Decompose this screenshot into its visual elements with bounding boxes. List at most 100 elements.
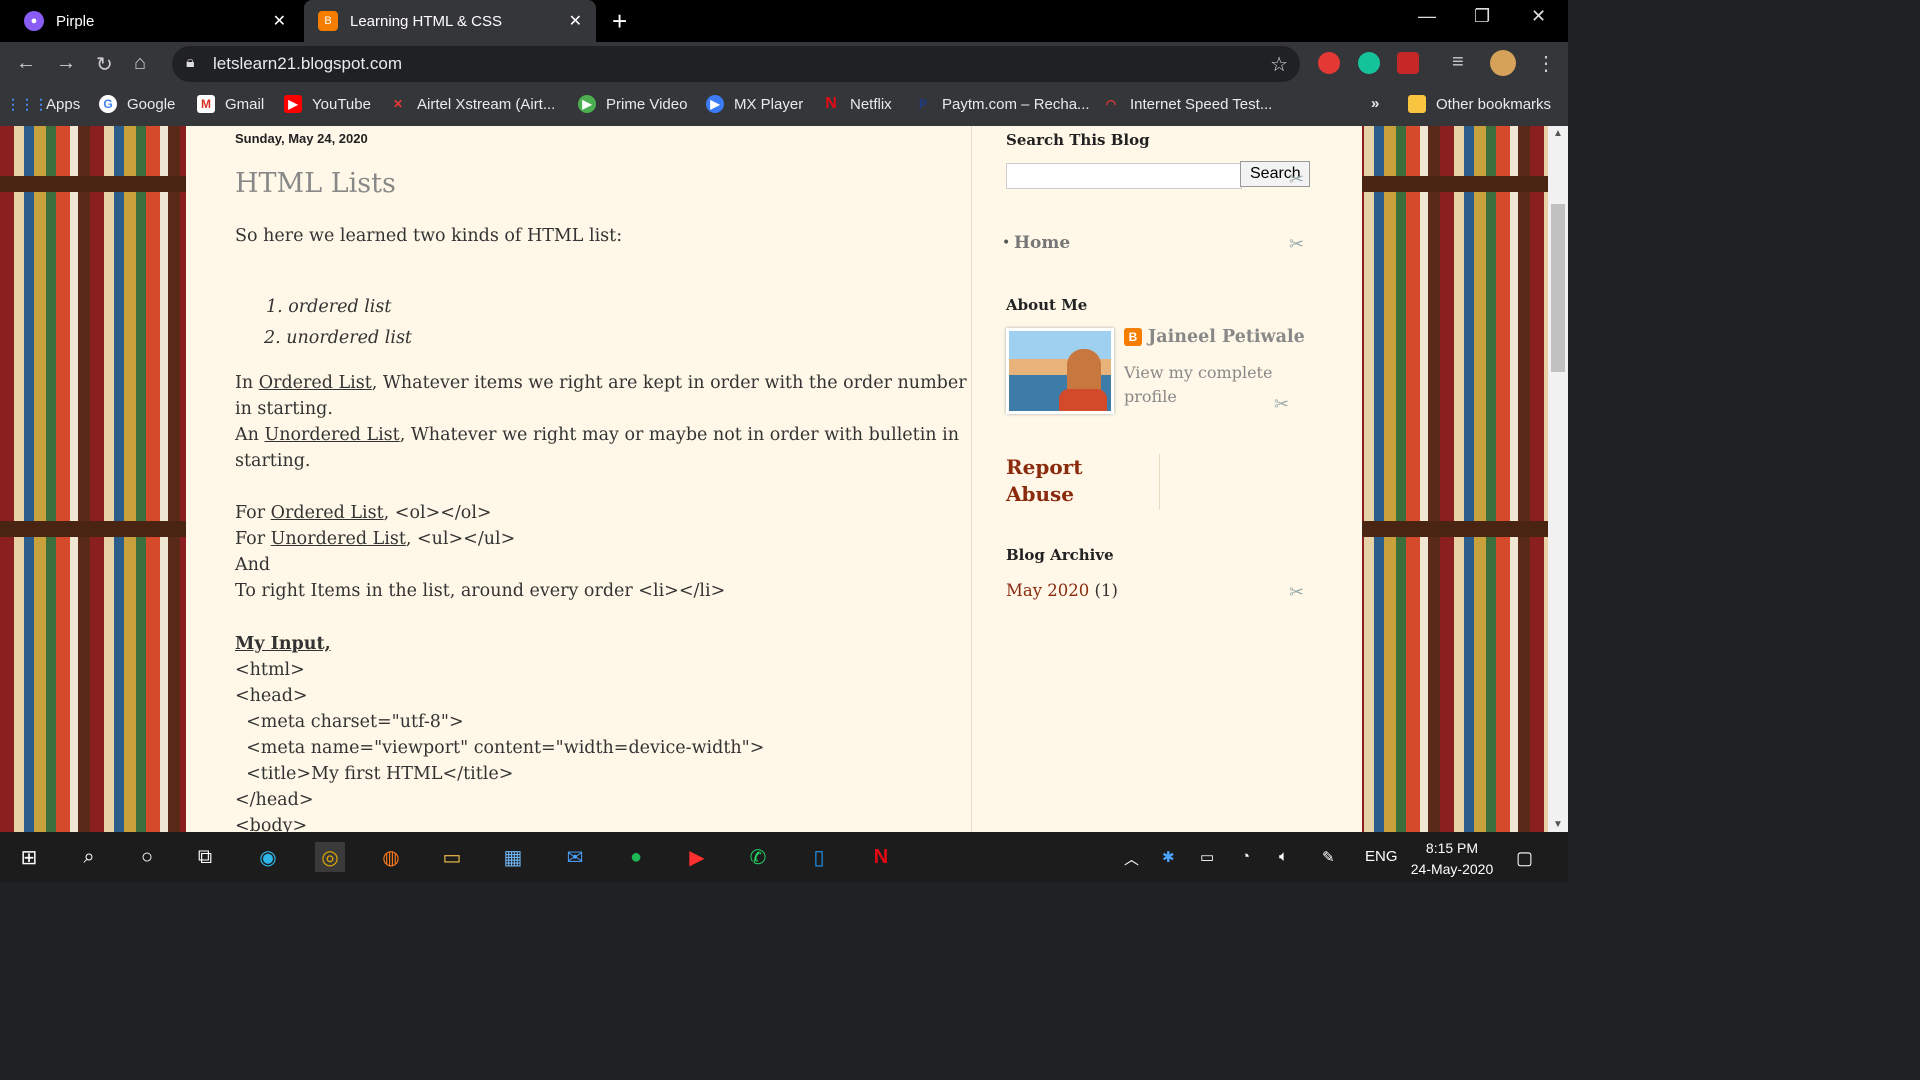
bluetooth-icon[interactable]: ✱ <box>1162 848 1175 866</box>
edit-widget-wrench-icon[interactable]: ✂︎ <box>1289 169 1304 190</box>
bookmark-apps[interactable]: ⋮⋮⋮ Apps <box>6 95 80 113</box>
url-text[interactable]: letslearn21.blogspot.com <box>213 54 402 74</box>
extension-adblock-icon[interactable] <box>1318 52 1340 74</box>
scroll-thumb[interactable] <box>1551 204 1565 372</box>
bookmark-star-icon[interactable]: ☆ <box>1270 52 1288 77</box>
scroll-up-icon[interactable]: ▲ <box>1553 128 1563 139</box>
reload-icon[interactable]: ↻ <box>96 52 113 77</box>
youtube-music-icon[interactable]: ▶ <box>682 842 712 872</box>
media-control-icon[interactable]: ≡ <box>1452 51 1464 74</box>
task-view-icon[interactable]: ⧉ <box>190 842 220 872</box>
blog-search-input[interactable] <box>1006 163 1242 189</box>
author-shirt <box>1059 389 1107 411</box>
post-intro: So here we learned two kinds of HTML lis… <box>235 226 623 246</box>
other-bookmarks-folder[interactable]: Other bookmarks <box>1408 95 1551 113</box>
wifi-icon[interactable]: ◔ <box>1241 848 1250 865</box>
close-window-icon[interactable]: ✕ <box>1531 6 1546 27</box>
paragraph-text: starting. <box>235 451 311 471</box>
bookmark-label: Airtel Xstream (Airt... <box>417 95 556 113</box>
bookmark-label: Netflix <box>850 95 892 113</box>
text: , Whatever we right may or maybe not in … <box>399 425 959 445</box>
phone-app-icon[interactable]: ▯ <box>804 842 834 872</box>
close-tab-icon[interactable]: ✕ <box>273 11 286 31</box>
mail-icon[interactable]: ✉ <box>560 842 590 872</box>
youtube-icon: ▶ <box>284 95 302 113</box>
whatsapp-icon[interactable]: ✆ <box>743 842 773 872</box>
author-photo[interactable] <box>1006 328 1114 414</box>
new-tab-button[interactable]: + <box>612 6 627 37</box>
spotify-icon[interactable]: ● <box>621 842 651 872</box>
bookmark-speedtest[interactable]: ◠ Internet Speed Test... <box>1102 95 1273 113</box>
view-profile-link[interactable]: View my complete profile <box>1124 361 1284 409</box>
report-abuse-link[interactable]: Report Abuse <box>1006 454 1136 508</box>
pen-icon[interactable]: ✎ <box>1322 848 1335 866</box>
archive-entry: May 2020 (1) <box>1006 581 1118 600</box>
menu-icon[interactable]: ⋮ <box>1536 51 1556 76</box>
language-indicator[interactable]: ENG <box>1365 848 1398 865</box>
bookmark-netflix[interactable]: N Netflix <box>822 95 892 113</box>
bookmark-mx-player[interactable]: ▶ MX Player <box>706 95 803 113</box>
author-name-link[interactable]: Jaineel Petiwale <box>1148 327 1305 347</box>
home-icon[interactable]: ⌂ <box>134 52 146 75</box>
airtel-icon: ✕ <box>392 97 404 111</box>
file-explorer-icon[interactable]: ▭ <box>437 842 467 872</box>
restore-icon[interactable]: ❐ <box>1474 6 1490 27</box>
mx-player-icon: ▶ <box>706 95 724 113</box>
profile-avatar[interactable] <box>1490 50 1516 76</box>
bookmark-youtube[interactable]: ▶ YouTube <box>284 95 371 113</box>
scroll-down-icon[interactable]: ▼ <box>1553 819 1563 830</box>
edit-widget-wrench-icon[interactable]: ✂︎ <box>1274 394 1289 415</box>
page-scrollbar[interactable]: ▲ ▼ <box>1548 126 1568 832</box>
taskbar-clock[interactable]: 8:15 PM 24-May-2020 <box>1396 838 1508 880</box>
grammarly-icon[interactable] <box>1358 52 1380 74</box>
post-title[interactable]: HTML Lists <box>235 168 396 199</box>
title-bar: ● Pirple ✕ B Learning HTML & CSS ✕ + — ❐… <box>0 0 1568 42</box>
bookmark-prime-video[interactable]: ▶ Prime Video <box>578 95 687 113</box>
bookmark-gmail[interactable]: M Gmail <box>197 95 264 113</box>
browser-toolbar: ← → ↻ ⌂ 🔒︎ letslearn21.blogspot.com ☆ ≡ … <box>0 42 1568 86</box>
close-tab-icon[interactable]: ✕ <box>569 11 582 31</box>
bookmark-paytm[interactable]: P Paytm.com – Recha... <box>914 95 1090 113</box>
firefox-icon[interactable]: ◍ <box>376 842 406 872</box>
bookmark-label: Internet Speed Test... <box>1130 95 1273 113</box>
tab-pirple[interactable]: ● Pirple ✕ <box>0 0 300 42</box>
cortana-icon[interactable]: ○ <box>132 842 162 872</box>
column-divider <box>971 126 972 832</box>
edit-widget-wrench-icon[interactable]: ✂︎ <box>1289 234 1304 255</box>
archive-count: (1) <box>1094 581 1118 600</box>
netflix-app-icon[interactable]: N <box>866 842 896 872</box>
post-date: Sunday, May 24, 2020 <box>235 131 368 146</box>
show-hidden-icons-icon[interactable]: ︿ <box>1124 848 1139 869</box>
windows-start-icon[interactable]: ⊞ <box>14 842 44 872</box>
edit-widget-wrench-icon[interactable]: ✂︎ <box>1289 582 1304 603</box>
ordered-list-link[interactable]: Ordered List <box>271 503 384 523</box>
ordered-list-link[interactable]: Ordered List <box>259 373 372 393</box>
clock-date: 24-May-2020 <box>1410 861 1494 877</box>
battery-icon[interactable]: ▭ <box>1200 848 1214 866</box>
back-icon[interactable]: ← <box>16 52 36 75</box>
bookmarks-overflow-button[interactable]: » <box>1371 95 1379 112</box>
address-bar[interactable]: 🔒︎ letslearn21.blogspot.com ☆ <box>172 46 1300 82</box>
lock-icon[interactable]: 🔒︎ <box>186 54 195 72</box>
unordered-list-link[interactable]: Unordered List <box>271 529 406 549</box>
unordered-list-syntax: For Unordered List, <ul></ul> <box>235 529 515 549</box>
bookmark-google[interactable]: G Google <box>99 95 175 113</box>
forward-icon[interactable]: → <box>56 52 76 75</box>
chrome-icon[interactable]: ◎ <box>315 842 345 872</box>
archive-month-link[interactable]: May 2020 <box>1006 581 1089 600</box>
edge-icon[interactable]: ◉ <box>253 842 283 872</box>
bookmark-airtel[interactable]: ✕ Airtel Xstream (Airt... <box>389 95 555 113</box>
microsoft-store-icon[interactable]: ▦ <box>498 842 528 872</box>
home-link[interactable]: Home <box>1014 233 1070 253</box>
google-icon: G <box>99 95 117 113</box>
notifications-icon[interactable]: ▢ <box>1516 848 1533 869</box>
code-line: <title>My first HTML</title> <box>235 764 514 784</box>
unordered-list-link[interactable]: Unordered List <box>264 425 399 445</box>
pocket-icon[interactable] <box>1397 52 1419 74</box>
volume-icon[interactable]: 🔈︎ <box>1279 848 1288 865</box>
blog-content-area: Sunday, May 24, 2020 HTML Lists So here … <box>186 126 1362 832</box>
search-icon[interactable]: ⌕ <box>74 842 104 872</box>
tab-learning-html-css[interactable]: B Learning HTML & CSS ✕ <box>304 0 596 42</box>
bookmarks-bar: ⋮⋮⋮ Apps G Google M Gmail ▶ YouTube ✕ Ai… <box>0 86 1568 126</box>
minimize-icon[interactable]: — <box>1418 6 1436 27</box>
